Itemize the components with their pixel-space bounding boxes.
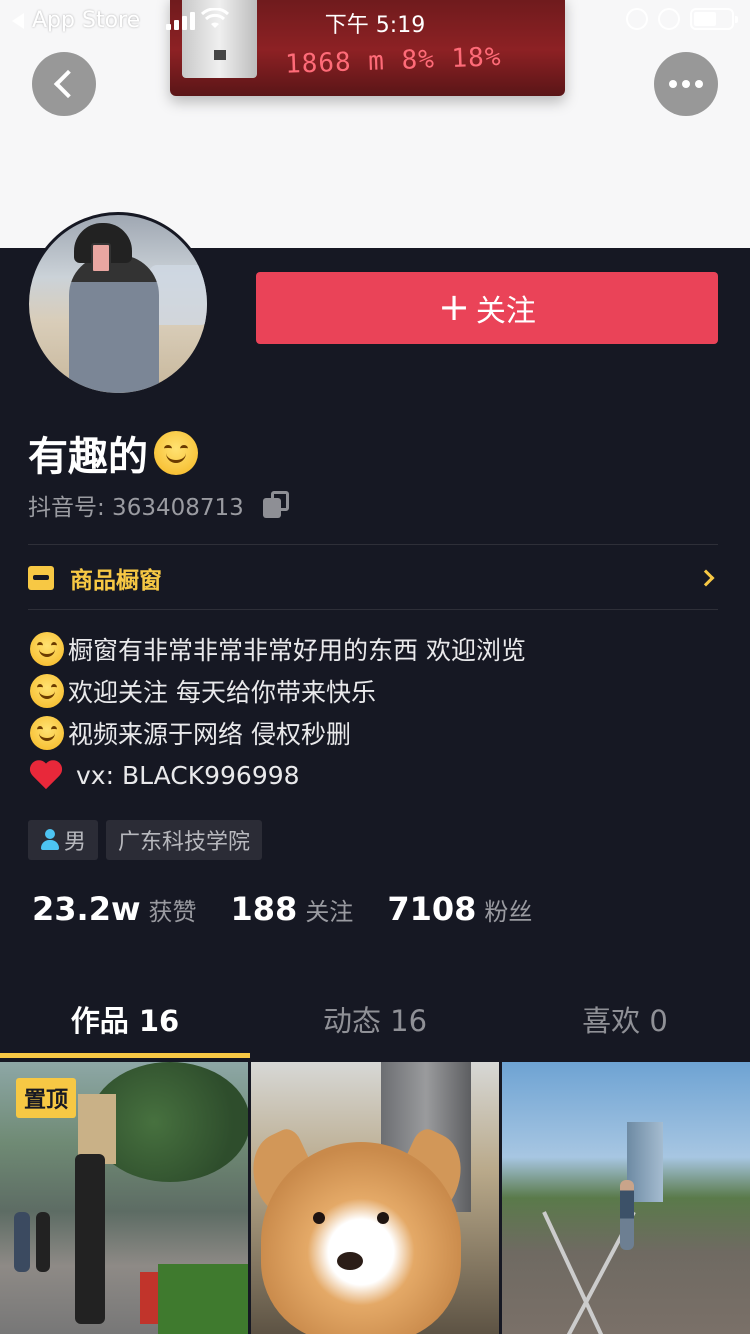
gender-label: 男 [64, 830, 87, 855]
profile-tags: 男 广东科技学院 [28, 820, 263, 860]
divider [28, 609, 718, 610]
douyin-id: 抖音号: 363408713 [28, 488, 290, 522]
pinned-badge: 置顶 [16, 1078, 77, 1118]
male-person-icon [40, 829, 60, 851]
status-bar: App Store 下午 5:19 [0, 0, 750, 40]
thumb-art [313, 1212, 325, 1224]
thumb-art [158, 1264, 248, 1334]
tab-activity[interactable]: 动态 16 [250, 980, 500, 1058]
thumb-art [36, 1212, 50, 1272]
bio-text: vx: BLACK996998 [76, 760, 300, 790]
profile-stats: 23.2w 获赞 188 关注 7108 粉丝 [32, 890, 566, 928]
school-tag[interactable]: 广东科技学院 [106, 820, 263, 860]
likes-count: 23.2w [32, 890, 141, 928]
more-button[interactable] [654, 52, 718, 116]
video-thumbnail[interactable] [251, 1062, 499, 1334]
shop-window-row[interactable]: 商品橱窗 [28, 546, 718, 610]
tab-works[interactable]: 作品 16 [0, 980, 250, 1058]
orientation-lock-icon [626, 8, 648, 30]
divider [28, 544, 718, 545]
avatar-person [69, 255, 159, 393]
shop-window-label: 商品橱窗 [70, 568, 162, 594]
thumb-art [75, 1154, 105, 1324]
smile-emoji-icon [154, 431, 198, 475]
copy-icon[interactable] [262, 491, 290, 519]
bio-text: 欢迎关注 每天给你带来快乐 [68, 678, 376, 707]
more-dots-icon [669, 80, 703, 88]
bio-line: 欢迎关注 每天给你带来快乐 [30, 670, 526, 712]
avatar-phone [91, 243, 111, 273]
alarm-icon [658, 8, 680, 30]
followers-count: 7108 [387, 890, 477, 928]
thumb-art [620, 1180, 634, 1250]
follow-button[interactable]: + 关注 [256, 272, 718, 344]
douyin-id-text: 抖音号: 363408713 [28, 495, 244, 521]
following-count: 188 [230, 890, 298, 928]
thumb-art [377, 1212, 389, 1224]
follow-label: 关注 [475, 294, 536, 329]
chevron-left-icon [53, 69, 83, 99]
smile-emoji-icon [30, 632, 64, 666]
nickname-text: 有趣的 [28, 434, 148, 480]
bio-text: 橱窗有非常非常非常好用的东西 欢迎浏览 [68, 636, 526, 665]
thumb-art [337, 1252, 363, 1270]
bio-text: 视频来源于网络 侵权秒删 [68, 720, 351, 749]
likes-label: 获赞 [148, 898, 197, 926]
status-right-icons [626, 8, 738, 30]
following-stat[interactable]: 188 关注 [231, 890, 354, 928]
video-grid: 置顶 [0, 1062, 750, 1334]
thumb-art [261, 1142, 461, 1334]
back-button[interactable] [32, 52, 96, 116]
bio-line: 视频来源于网络 侵权秒删 [30, 712, 526, 754]
plus-icon: + [438, 285, 470, 329]
likes-stat: 23.2w 获赞 [32, 890, 197, 928]
tab-likes[interactable]: 喜欢 0 [500, 980, 750, 1058]
chevron-right-icon [697, 569, 715, 587]
content-tabs: 作品 16 动态 16 喜欢 0 [0, 980, 750, 1058]
bio-line: vx: BLACK996998 [30, 754, 526, 796]
video-thumbnail[interactable] [502, 1062, 750, 1334]
thumb-art [14, 1212, 30, 1272]
smile-emoji-icon [30, 674, 64, 708]
followers-label: 粉丝 [484, 898, 533, 926]
thumb-art [542, 1211, 605, 1334]
following-label: 关注 [305, 898, 354, 926]
smile-emoji-icon [30, 716, 64, 750]
avatar[interactable] [26, 212, 210, 396]
active-tab-indicator [0, 1053, 250, 1058]
shop-icon [28, 566, 54, 590]
profile-nickname: 有趣的 [28, 424, 198, 482]
video-thumbnail[interactable]: 置顶 [0, 1062, 248, 1334]
school-label: 广东科技学院 [118, 830, 251, 855]
gender-tag: 男 [28, 820, 99, 860]
battery-icon [690, 8, 738, 30]
heart-emoji-icon [30, 759, 64, 791]
profile-bio: 橱窗有非常非常非常好用的东西 欢迎浏览 欢迎关注 每天给你带来快乐 视频来源于网… [30, 628, 526, 796]
followers-stat[interactable]: 7108 粉丝 [387, 890, 532, 928]
bio-line: 橱窗有非常非常非常好用的东西 欢迎浏览 [30, 628, 526, 670]
